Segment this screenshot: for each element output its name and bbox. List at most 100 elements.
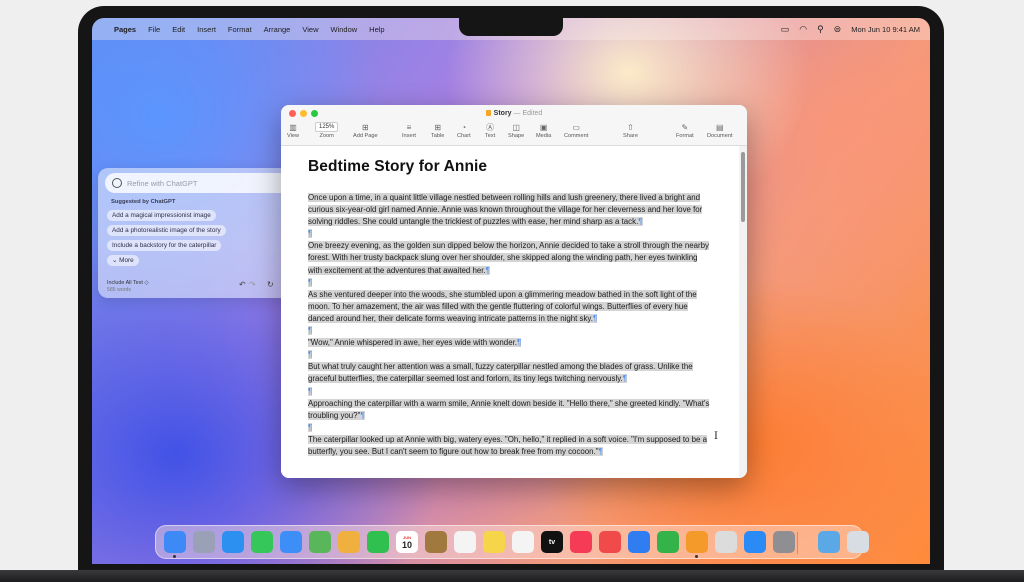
empty-paragraph: ¶: [308, 349, 713, 361]
text-label: Text: [485, 133, 496, 139]
chart-label: Chart: [457, 133, 471, 139]
toolbar-format[interactable]: ✎ Format: [676, 122, 694, 139]
dock-downloads-folder-icon[interactable]: [818, 531, 840, 553]
redo-icon[interactable]: ↷: [249, 280, 256, 289]
suggestion-chip-photorealistic[interactable]: Add a photorealistic image of the story: [107, 225, 226, 236]
pilcrow-mark: ¶: [638, 217, 643, 227]
undo-icon[interactable]: ↶: [239, 280, 246, 289]
pilcrow-mark: ¶: [516, 338, 522, 348]
comment-label: Comment: [564, 133, 589, 139]
document-icon: [485, 109, 491, 116]
pages-window: Story — Edited ▥ View 125% Zoom ⊞ Add Page …: [281, 105, 747, 478]
document-heading: Bedtime Story for Annie: [308, 158, 488, 175]
toolbar-text[interactable]: Ⓐ Text: [485, 122, 495, 139]
table-label: Table: [431, 133, 445, 139]
toolbar-document[interactable]: ▤ Document: [707, 122, 733, 139]
dock-maps-icon[interactable]: [309, 531, 331, 553]
toolbar-chart[interactable]: ◔ Chart: [457, 122, 471, 139]
dock-mail-icon[interactable]: [280, 531, 302, 553]
menu-format[interactable]: Format: [228, 25, 252, 34]
dock-apple-tv-icon[interactable]: tv: [541, 531, 563, 553]
dock-calendar-icon[interactable]: JUN 10: [396, 531, 418, 553]
dock-safari-icon[interactable]: [222, 531, 244, 553]
refine-with-chatgpt-input[interactable]: Refine with ChatGPT: [105, 173, 295, 193]
battery-icon[interactable]: ▭: [781, 24, 790, 35]
toolbar-shape[interactable]: ◫ Shape: [508, 122, 524, 139]
toolbar-add-page[interactable]: ⊞ Add Page: [353, 122, 378, 139]
menu-app-pages[interactable]: Pages: [114, 25, 136, 34]
share-icon: ⇧: [627, 123, 634, 132]
menu-window[interactable]: Window: [330, 25, 357, 34]
running-indicator: [695, 555, 698, 558]
chart-icon: ◔: [461, 123, 467, 132]
dock-freeform-icon[interactable]: [512, 531, 534, 553]
menu-insert[interactable]: Insert: [197, 25, 216, 34]
more-suggestions-button[interactable]: ⌄ More: [107, 255, 139, 266]
shape-icon: ◫: [512, 123, 520, 132]
dock-launchpad-icon[interactable]: [193, 531, 215, 553]
dock-pages-icon[interactable]: [686, 531, 708, 553]
scroll-thumb[interactable]: [741, 152, 745, 222]
suggestion-chip-impressionist[interactable]: Add a magical impressionist image: [107, 210, 216, 221]
toolbar-comment[interactable]: ▭ Comment: [564, 122, 588, 139]
control-center-icon[interactable]: ⊜: [834, 24, 842, 35]
dock-notes-yellow-icon[interactable]: [483, 531, 505, 553]
document-label: Document: [707, 133, 733, 139]
spotlight-search-icon[interactable]: ⚲: [817, 24, 824, 35]
media-label: Media: [536, 133, 552, 139]
dock-keynote-icon[interactable]: [628, 531, 650, 553]
suggestion-chip-backstory[interactable]: Include a backstory for the caterpillar: [107, 240, 222, 251]
chatgpt-refine-panel: Refine with ChatGPT Suggested by ChatGPT…: [98, 168, 301, 298]
dock-numbers-icon[interactable]: [657, 531, 679, 553]
add-page-icon: ⊞: [361, 123, 369, 132]
menu-edit[interactable]: Edit: [172, 25, 185, 34]
menu-help[interactable]: Help: [369, 25, 384, 34]
menu-clock[interactable]: Mon Jun 10 9:41 AM: [851, 25, 920, 34]
format-label: Format: [676, 133, 694, 139]
menu-extras: ▭ ◠ ⚲ ⊜ Mon Jun 10 9:41 AM: [781, 24, 920, 35]
dock-messages-icon[interactable]: [251, 531, 273, 553]
empty-paragraph: ¶: [308, 386, 713, 398]
shape-label: Shape: [508, 133, 525, 139]
dock-system-settings-icon[interactable]: [773, 531, 795, 553]
toolbar-table[interactable]: ⊞ Table: [431, 122, 444, 139]
toolbar-media[interactable]: ▣ Media: [536, 122, 551, 139]
text-cursor-icon: I: [714, 431, 718, 442]
paragraph-text: Approaching the caterpillar with a warm …: [308, 398, 710, 420]
paragraph: One breezy evening, as the golden sun di…: [308, 240, 713, 276]
dock-reminders-icon[interactable]: [454, 531, 476, 553]
toolbar-zoom[interactable]: 125% Zoom: [315, 122, 339, 139]
dock-iphone-mirroring-icon[interactable]: [715, 531, 737, 553]
wifi-icon[interactable]: ◠: [799, 24, 807, 35]
dock-music-icon[interactable]: [570, 531, 592, 553]
include-all-text-option[interactable]: Include All Text ◇: [107, 280, 149, 286]
toolbar-insert[interactable]: ≡ Insert: [402, 122, 416, 139]
toolbar-view[interactable]: ▥ View: [287, 122, 299, 139]
camera-notch: [459, 18, 563, 36]
window-title: Story — Edited: [281, 110, 747, 117]
menu-arrange[interactable]: Arrange: [264, 25, 291, 34]
tv-label: tv: [548, 538, 556, 546]
running-indicator: [173, 555, 176, 558]
toolbar-share[interactable]: ⇧ Share: [623, 122, 638, 139]
dock-trash-icon[interactable]: [847, 531, 869, 553]
empty-paragraph: ¶: [308, 325, 713, 337]
document-canvas[interactable]: Bedtime Story for Annie Once upon a time…: [281, 146, 739, 478]
regenerate-icon[interactable]: ↻: [267, 280, 274, 289]
paragraph: Once upon a time, in a quaint little vil…: [308, 192, 713, 228]
pilcrow-mark: ¶: [598, 446, 603, 456]
menu-view[interactable]: View: [302, 25, 318, 34]
dock-app-store-icon[interactable]: [744, 531, 766, 553]
dock-facetime-icon[interactable]: [367, 531, 389, 553]
text-box-icon: Ⓐ: [486, 123, 495, 132]
laptop-base: [0, 570, 1024, 582]
dock-notes-icon[interactable]: [425, 531, 447, 553]
dock-finder-icon[interactable]: [164, 531, 186, 553]
share-label: Share: [623, 133, 638, 139]
menu-file[interactable]: File: [148, 25, 160, 34]
document-scrollbar[interactable]: [739, 146, 747, 478]
calendar-day: 10: [401, 539, 412, 550]
dock-news-icon[interactable]: [599, 531, 621, 553]
zoom-select[interactable]: 125%: [315, 122, 339, 132]
dock-photos-icon[interactable]: [338, 531, 360, 553]
